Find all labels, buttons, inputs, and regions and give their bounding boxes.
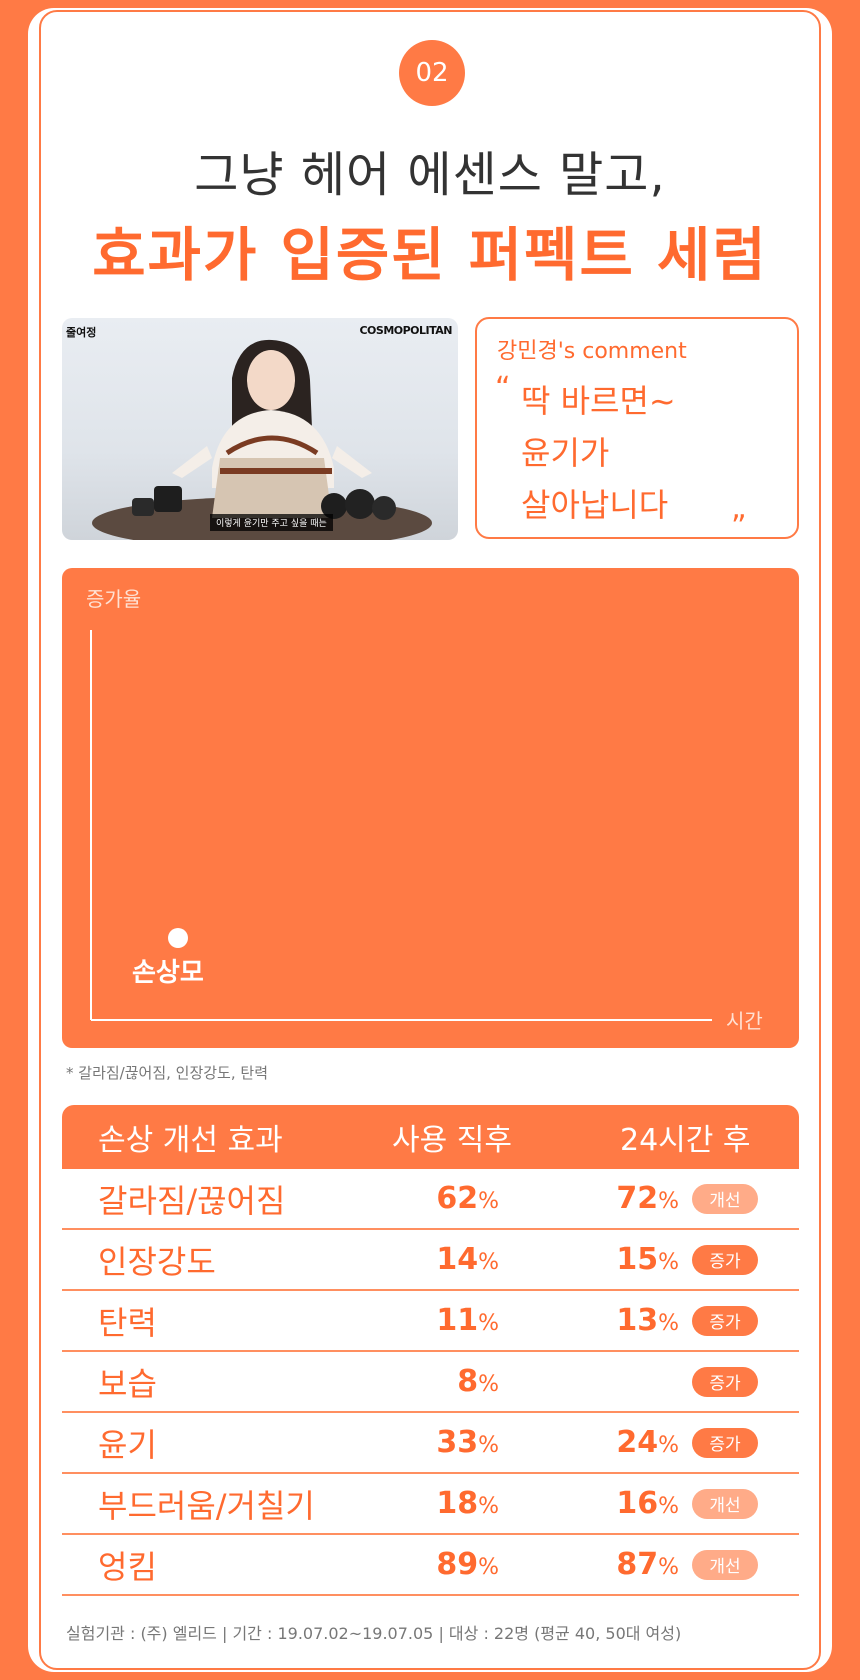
effect-label: 갈라짐/끊어짐: [98, 1181, 286, 1220]
close-quote-icon: „: [731, 491, 747, 526]
percent-unit: %: [658, 1433, 679, 1458]
results-table: 손상 개선 효과 사용 직후 24시간 후 갈라짐/끊어짐 62% 72% 개선 인장강…: [62, 1105, 799, 1596]
effect-label: 탄력: [98, 1303, 157, 1342]
thumbnail-scene-illustration: [92, 339, 432, 540]
open-quote-icon: “: [495, 371, 511, 406]
after-24h-value: 13%: [616, 1303, 679, 1338]
y-axis-label: 증가율: [86, 587, 141, 611]
immediate-number: 14: [436, 1242, 479, 1277]
magazine-logo: COSMOPOLITAN: [359, 324, 452, 337]
after-24h-value: 24%: [616, 1425, 679, 1460]
percent-unit: %: [478, 1189, 499, 1214]
change-tag: 증가: [692, 1366, 758, 1397]
percent-unit: %: [658, 1250, 679, 1275]
change-tag: 개선: [692, 1549, 758, 1580]
table-row: 엉킴 89% 87% 개선: [62, 1535, 799, 1596]
change-tag: 개선: [692, 1488, 758, 1519]
video-thumbnail[interactable]: 줄여정 COSMOPOLITAN 이렇게 윤기만 주고 싶을 때는: [62, 318, 458, 540]
table-row: 갈라짐/끊어짐 62% 72% 개선: [62, 1169, 799, 1230]
testimonial-title: 강민경's comment: [497, 339, 687, 364]
effect-label: 인장강도: [98, 1242, 216, 1281]
percent-unit: %: [478, 1311, 499, 1336]
headline-line-2: 효과가 입증된 퍼펙트 세럼: [92, 221, 768, 289]
table-row: 인장강도 14% 15% 증가: [62, 1230, 799, 1291]
improvement-chart: 증가율 시간 손상모: [62, 568, 799, 1048]
table-row: 부드러움/거칠기 18% 16% 개선: [62, 1474, 799, 1535]
quote-line: 살아납니다: [521, 486, 669, 524]
after-24h-number: 87: [616, 1547, 659, 1582]
immediate-number: 11: [436, 1303, 479, 1338]
quote-line: 윤기가: [521, 434, 610, 472]
immediate-value: 33%: [436, 1425, 499, 1460]
percent-unit: %: [478, 1555, 499, 1580]
effect-label: 보습: [98, 1364, 157, 1403]
data-point-label: 손상모: [132, 958, 204, 988]
change-tag: 증가: [692, 1427, 758, 1458]
after-24h-value: 15%: [616, 1242, 679, 1277]
test-info-footer: 실험기관 : (주) 엘리드 | 기간 : 19.07.02~19.07.05 …: [66, 1624, 682, 1643]
immediate-value: 18%: [436, 1486, 499, 1521]
x-axis-label: 시간: [726, 1009, 763, 1033]
immediate-value: 89%: [436, 1547, 499, 1582]
percent-unit: %: [478, 1433, 499, 1458]
after-24h-number: 24: [616, 1425, 659, 1460]
after-24h-value: 72%: [616, 1181, 679, 1216]
change-tag: 개선: [692, 1183, 758, 1214]
after-24h-value: 16%: [616, 1486, 679, 1521]
after-24h-number: 13: [616, 1303, 659, 1338]
immediate-value: 14%: [436, 1242, 499, 1277]
immediate-value: 62%: [436, 1181, 499, 1216]
after-24h-number: 15: [616, 1242, 659, 1277]
video-subtitle: 이렇게 윤기만 주고 싶을 때는: [210, 514, 333, 531]
channel-logo: 줄여정: [66, 326, 97, 339]
table-header: 손상 개선 효과 사용 직후 24시간 후: [62, 1105, 799, 1169]
percent-unit: %: [658, 1311, 679, 1336]
percent-unit: %: [478, 1494, 499, 1519]
headline-line-1: 그냥 헤어 에센스 말고,: [194, 147, 666, 203]
immediate-number: 62: [436, 1181, 479, 1216]
change-tag: 증가: [692, 1305, 758, 1336]
immediate-number: 18: [436, 1486, 479, 1521]
data-point-damaged-hair: [168, 928, 188, 948]
percent-unit: %: [658, 1494, 679, 1519]
after-24h-number: 16: [616, 1486, 659, 1521]
quote-line: 딱 바르면~: [521, 382, 676, 420]
percent-unit: %: [658, 1555, 679, 1580]
section-number-badge: 02: [399, 40, 465, 106]
testimonial-box: 강민경's comment “ 딱 바르면~ 윤기가 살아납니다 „: [475, 317, 799, 539]
header-immediate: 사용 직후: [392, 1123, 512, 1158]
effect-label: 엉킴: [98, 1547, 157, 1586]
immediate-value: 8%: [457, 1364, 499, 1399]
change-tag: 증가: [692, 1244, 758, 1275]
chart-canvas: 증가율 시간 손상모: [86, 587, 763, 1033]
testimonial-quote: 딱 바르면~ 윤기가 살아납니다: [521, 375, 676, 531]
table-row: 윤기 33% 24% 증가: [62, 1413, 799, 1474]
percent-unit: %: [478, 1372, 499, 1397]
effect-label: 부드러움/거칠기: [98, 1486, 315, 1525]
effect-label: 윤기: [98, 1425, 157, 1464]
header-24h: 24시간 후: [620, 1123, 751, 1158]
chart-footnote: * 갈라짐/끊어짐, 인장강도, 탄력: [66, 1064, 268, 1082]
percent-unit: %: [478, 1250, 499, 1275]
after-24h-number: 72: [616, 1181, 659, 1216]
percent-unit: %: [658, 1189, 679, 1214]
immediate-number: 89: [436, 1547, 479, 1582]
table-row: 탄력 11% 13% 증가: [62, 1291, 799, 1352]
header-effect: 손상 개선 효과: [98, 1123, 283, 1158]
after-24h-value: 87%: [616, 1547, 679, 1582]
immediate-number: 8: [457, 1364, 479, 1399]
table-row: 보습 8% 증가: [62, 1352, 799, 1413]
immediate-number: 33: [436, 1425, 479, 1460]
immediate-value: 11%: [436, 1303, 499, 1338]
